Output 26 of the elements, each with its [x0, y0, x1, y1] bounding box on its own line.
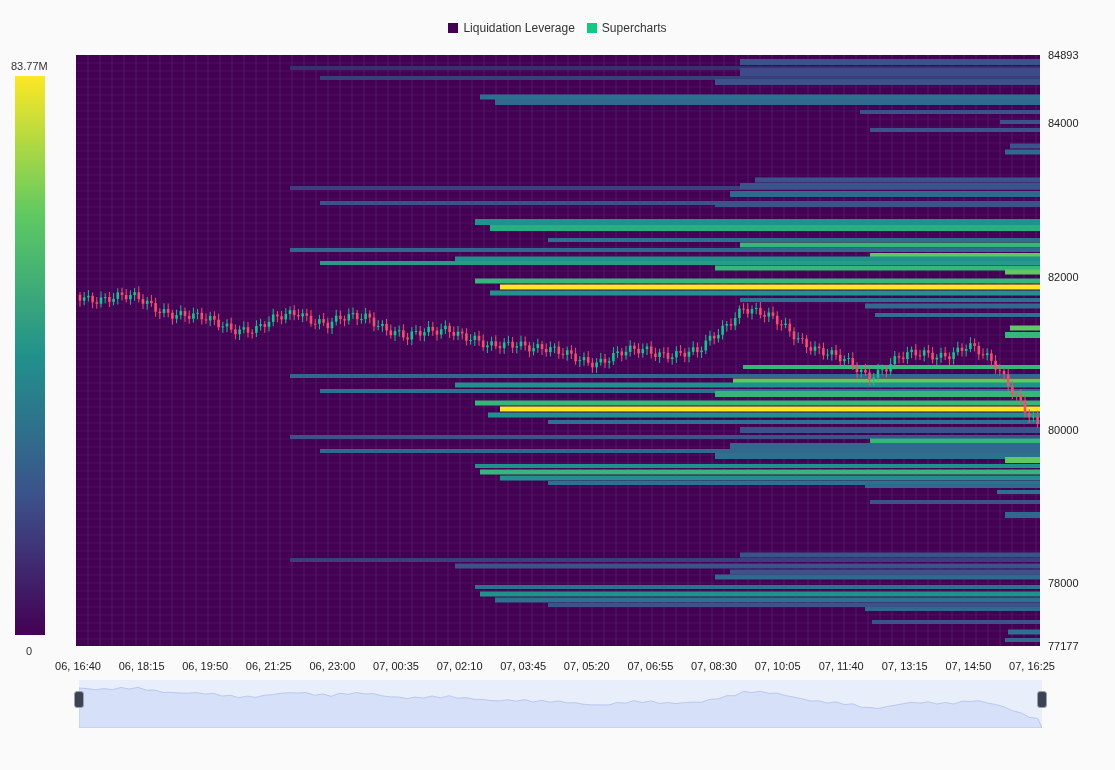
x-axis-label: 07, 16:25 — [1009, 659, 1055, 674]
legend-label[interactable]: Supercharts — [601, 19, 667, 37]
scale-max-label: 83.77M — [11, 59, 48, 73]
x-axis-label: 07, 10:05 — [754, 659, 801, 674]
legend-label[interactable]: Liquidation Leverage — [463, 19, 575, 37]
x-axis-label: 06, 19:50 — [182, 659, 229, 674]
x-axis-label: 07, 03:45 — [500, 659, 547, 674]
x-axis-label: 06, 23:00 — [309, 659, 356, 674]
x-axis-label: 07, 14:50 — [945, 659, 992, 674]
x-axis-label: 07, 00:35 — [373, 659, 419, 674]
x-axis-label: 07, 06:55 — [627, 659, 674, 674]
y-axis-label: 77177 — [1048, 638, 1079, 654]
y-axis-label: 82000 — [1048, 269, 1079, 285]
y-axis-label: 84000 — [1048, 116, 1079, 132]
y-axis-label: 80000 — [1048, 422, 1079, 438]
x-axis-label: 06, 21:25 — [245, 659, 292, 674]
x-axis-label: 06, 16:40 — [55, 659, 101, 674]
x-axis-label: 07, 11:40 — [818, 659, 864, 674]
x-axis-label: 07, 05:20 — [563, 659, 610, 674]
x-axis-label: 07, 02:10 — [436, 659, 483, 674]
y-axis-label: 78000 — [1048, 575, 1079, 591]
x-axis-label: 07, 13:15 — [881, 659, 928, 674]
x-axis-label: 06, 18:15 — [118, 659, 165, 674]
scale-min-label: 0 — [26, 644, 33, 658]
y-axis-label: 84893 — [1048, 47, 1079, 63]
x-axis-label: 07, 08:30 — [691, 659, 737, 674]
